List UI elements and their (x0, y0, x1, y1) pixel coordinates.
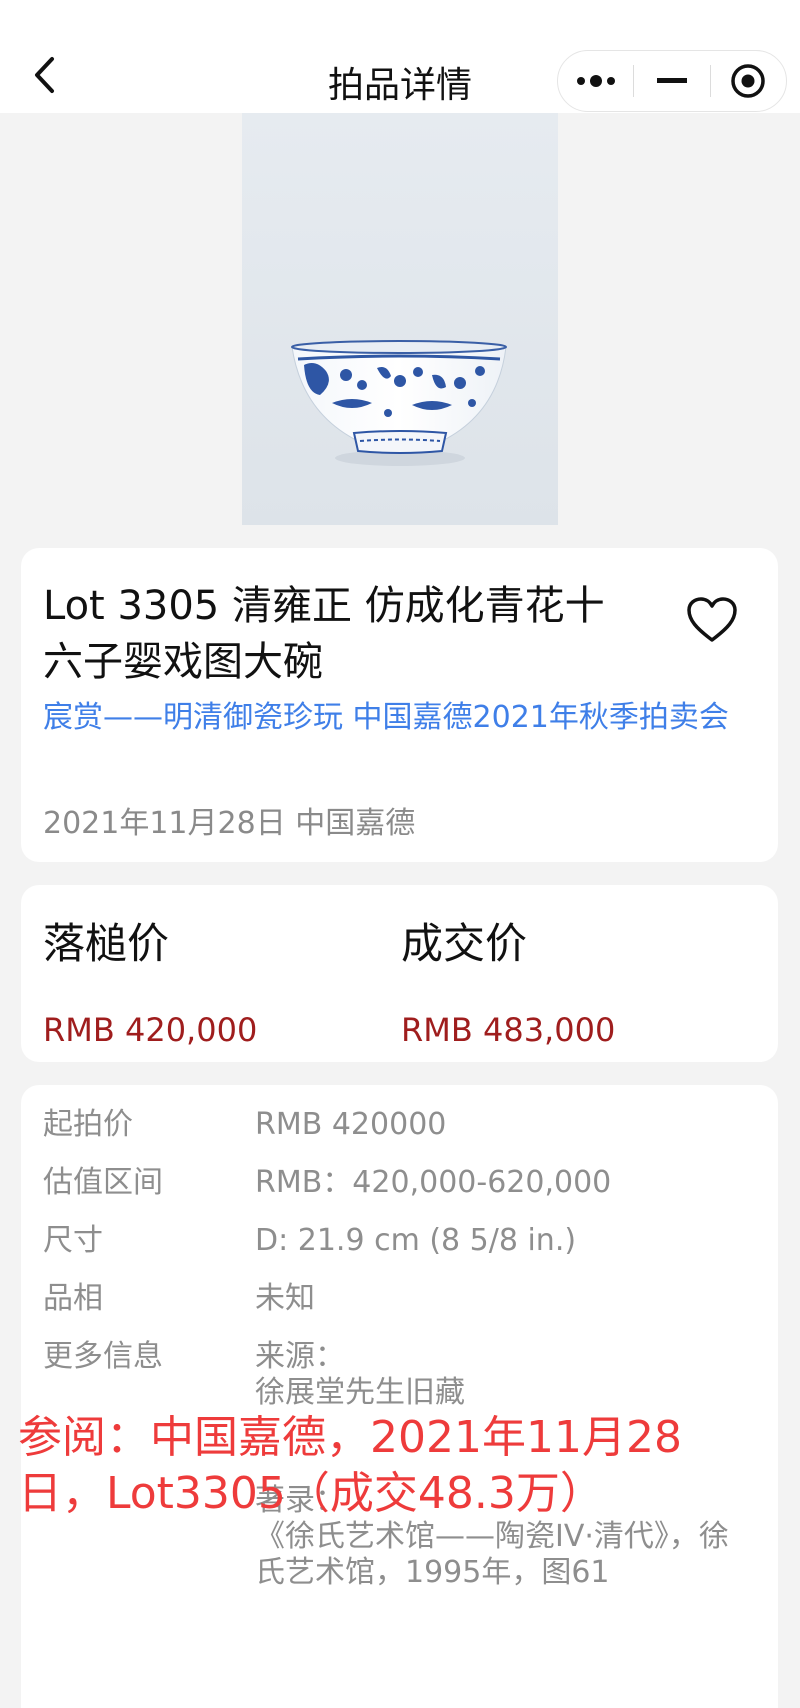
auction-link[interactable]: 宸赏——明清御瓷珍玩 中国嘉德2021年秋季拍卖会 (43, 698, 743, 738)
lot-image[interactable] (242, 113, 558, 525)
hammer-price-label: 落槌价 (43, 919, 170, 968)
detail-value: RMB 420000 (255, 1107, 447, 1142)
more-button[interactable] (558, 51, 633, 111)
final-price-label: 成交价 (401, 919, 528, 968)
lot-title-card: Lot 3305 清雍正 仿成化青花十六子婴戏图大碗 宸赏——明清御瓷珍玩 中国… (21, 548, 778, 862)
lot-name: Lot 3305 清雍正 仿成化青花十六子婴戏图大碗 (43, 583, 605, 685)
mini-program-capsule (557, 50, 787, 112)
record-target-icon (731, 64, 766, 98)
detail-label: 品相 (43, 1281, 103, 1316)
final-price-value: RMB 483,000 (401, 1011, 616, 1049)
top-bar: 拍品详情 (0, 0, 800, 113)
auction-date-house: 2021年11月28日 中国嘉德 (43, 806, 416, 841)
close-miniprogram-button[interactable] (711, 51, 786, 111)
minimize-button[interactable] (634, 51, 709, 111)
detail-row-condition: 品相 未知 (43, 1281, 743, 1317)
hammer-price-block: 落槌价 RMB 420,000 (43, 910, 257, 1049)
minimize-icon (656, 78, 687, 83)
detail-value: D: 21.9 cm (8 5/8 in.) (255, 1223, 577, 1258)
final-price-block: 成交价 RMB 483,000 (401, 910, 615, 1049)
porcelain-bowl-image (291, 340, 507, 466)
detail-label: 估值区间 (43, 1165, 163, 1200)
detail-label: 起拍价 (43, 1107, 133, 1142)
more-dots-icon (576, 75, 615, 87)
detail-value: RMB：420,000-620,000 (255, 1165, 612, 1200)
detail-row-estimate: 估值区间 RMB：420,000-620,000 (43, 1165, 743, 1201)
heart-outline-icon (687, 597, 737, 642)
detail-value: 未知 (255, 1281, 315, 1316)
reference-annotation: 参阅：中国嘉德，2021年11月28日，Lot3305（成交48.3万） (18, 1412, 682, 1519)
detail-label: 尺寸 (43, 1223, 103, 1258)
price-card: 落槌价 RMB 420,000 成交价 RMB 483,000 (21, 885, 778, 1062)
detail-row-start-price: 起拍价 RMB 420000 (43, 1107, 743, 1143)
detail-row-dimensions: 尺寸 D: 21.9 cm (8 5/8 in.) (43, 1223, 743, 1259)
favorite-button[interactable] (686, 596, 738, 648)
lot-details-card: 起拍价 RMB 420000 估值区间 RMB：420,000-620,000 … (21, 1085, 778, 1708)
hammer-price-value: RMB 420,000 (43, 1011, 258, 1049)
